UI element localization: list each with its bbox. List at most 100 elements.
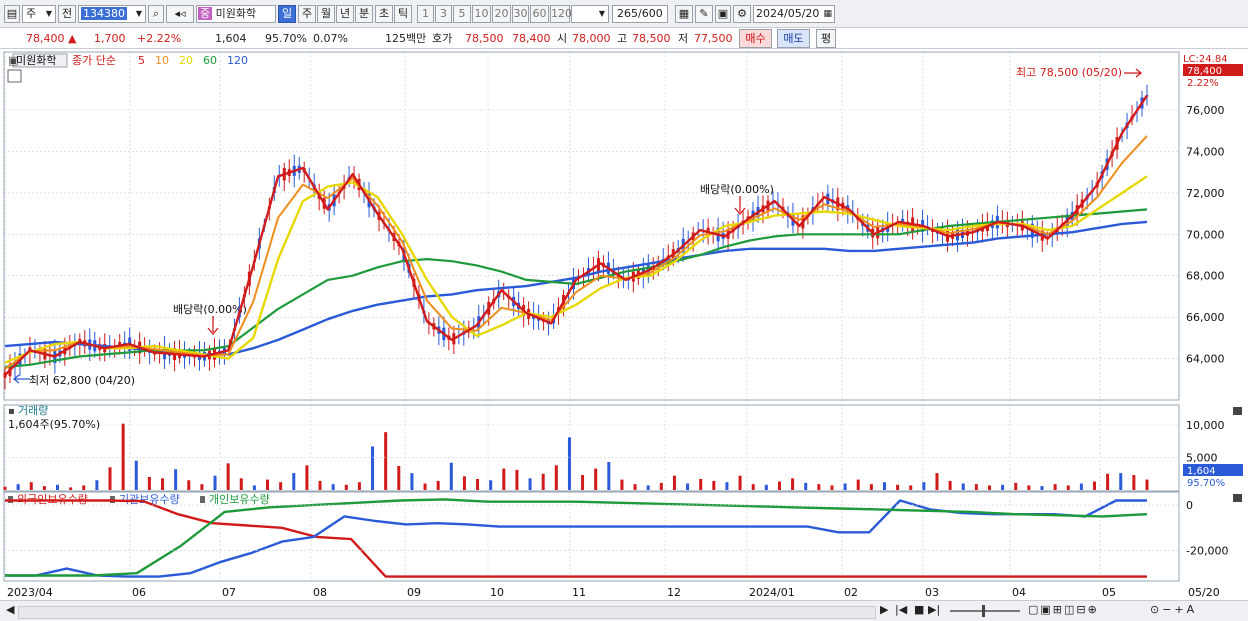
low-label: 저 [678,32,689,45]
ma-legend-20: 20 [179,54,193,67]
holding-y-tick: -20,000 [1186,544,1228,557]
interval-tab-0[interactable]: 1 [417,5,434,23]
calendar-icon[interactable]: ▦ [823,6,832,22]
zoom-tools-icons[interactable]: ⊙−+A [1150,603,1197,616]
low-price: 77,500 [694,32,733,45]
chart-settings-icon[interactable]: ▤ [4,5,20,23]
interval-tab-4[interactable]: 20 [492,5,511,23]
price-y-tick: 64,000 [1186,353,1225,366]
period-tab-6[interactable]: 틱 [394,5,412,23]
scroll-left-icon[interactable]: ◀ [6,603,14,616]
price-y-tick: 76,000 [1186,104,1225,117]
draw-tool-icon[interactable]: ✎ [695,5,713,23]
high-annotation: 최고 78,500 (05/20) [1016,66,1122,79]
chart-area[interactable]: ▣ 미원화학 종가 단순 5 10 20 60 120 최고 78,500 (05/20… [0,50,1248,600]
chart-svg[interactable]: ▣ 미원화학 종가 단순 5 10 20 60 120 최고 78,500 (05/20… [0,50,1248,600]
count-field[interactable]: 265/600 [612,5,668,23]
period-tab-4[interactable]: 분 [355,5,373,23]
volume-bar [3,486,7,490]
period-tab-0[interactable]: 일 [278,5,296,23]
volume-bar [1092,481,1096,490]
count-total: /600 [638,7,663,20]
x-axis-label: 04 [1012,586,1026,599]
interval-tab-2[interactable]: 5 [453,5,471,23]
zoom-slider-handle[interactable] [982,605,985,617]
volume-bar [804,482,808,490]
interval-input[interactable]: ▼ [571,5,609,23]
date-value: 2024/05/20 [756,7,820,20]
volume-bar [1079,483,1083,490]
ma-legend-5: 5 [138,54,145,67]
interval-tab-5[interactable]: 30 [512,5,529,23]
holding-close-icon[interactable] [1233,494,1242,502]
volume-close-icon[interactable] [1233,407,1242,415]
volume-bar [922,482,926,490]
gear-icon[interactable]: ⚙ [733,5,751,23]
period-tab-1[interactable]: 주 [298,5,316,23]
period-tab-5[interactable]: 초 [375,5,393,23]
volume-bar [725,482,729,490]
prev-button[interactable]: 전 [58,5,76,23]
scroll-right-icon[interactable]: ▶ [880,603,888,616]
volume-bar [1014,482,1018,490]
open-price: 78,000 [572,32,611,45]
ma-legend-10: 10 [155,54,169,67]
volume-bar [1053,484,1057,490]
period-tab-3[interactable]: 년 [336,5,354,23]
code-input[interactable]: 134380 ▼ [78,5,146,23]
price-y-tick: 66,000 [1186,311,1225,324]
save-icon[interactable]: ▣ [715,5,731,23]
volume-bar [489,480,493,490]
interval-tab-3[interactable]: 10 [472,5,491,23]
buy-button[interactable]: 매수 [739,29,772,48]
high-label: 고 [617,32,628,45]
volume-bar [909,485,913,490]
volume-bar [331,484,335,490]
volume-bar [817,484,821,490]
mode-label: 주 [26,7,37,20]
last-page-icon[interactable]: ▶| [928,603,940,616]
volume-bar [581,475,585,490]
bottom-bar: ◀ ▶ |◀ ■ ▶| ▢▣⊞◫⊟⊕ ⊙−+A [0,600,1248,621]
stop-icon[interactable]: ■ [914,603,924,616]
volume-bar [16,484,20,490]
stock-name-field[interactable]: 중 미원화학 [196,5,276,23]
x-axis-right-label: 05/20 [1188,586,1220,599]
x-axis-label: 12 [667,586,681,599]
volume-bar [423,483,427,490]
speaker-icon[interactable]: ◂◃ [166,5,194,23]
first-page-icon[interactable]: |◀ [895,603,907,616]
volume-bar [948,480,952,490]
period-tab-2[interactable]: 월 [317,5,335,23]
hoga-label: 호가 [432,32,453,45]
count-value: 265 [617,7,638,20]
volume-bar [95,480,99,490]
sell-button[interactable]: 매도 [777,29,810,48]
date-field[interactable]: 2024/05/20 ▦ [753,5,835,23]
quote-bar: 78,400 ▲ 1,700 +2.22% 1,604 95.70% 0.07%… [0,28,1248,49]
interval-tab-6[interactable]: 60 [530,5,549,23]
chevron-down-icon: ▼ [135,9,142,18]
x-axis-label: 11 [572,586,586,599]
volume-current-tag-text: 1,604 [1187,466,1216,477]
interval-tab-1[interactable]: 3 [435,5,452,23]
table-toggle-icon[interactable] [7,69,22,83]
search-icon[interactable]: ⌕ [148,5,164,23]
eval-button[interactable]: 평 [816,29,836,48]
chevron-down-icon: ▼ [45,9,52,18]
view-tools-icons[interactable]: ▢▣⊞◫⊟⊕ [1028,603,1099,616]
volume-y-tick: 10,000 [1186,419,1225,432]
volume-bar [882,482,886,490]
legend-main: 종가 단순 [72,54,116,67]
interval-tab-7[interactable]: 120 [550,5,572,23]
change-percent: +2.22% [137,32,182,45]
zoom-slider[interactable] [950,610,1020,612]
volume-bar [410,473,414,490]
horizontal-scrollbar[interactable] [18,606,876,619]
volume-bar [449,462,453,490]
grid-icon[interactable]: ▦ [675,5,693,23]
volume-bar [436,480,440,490]
mode-select[interactable]: 주 ▼ [22,5,56,23]
volume-bar [305,465,309,490]
low-annotation: 최저 62,800 (04/20) [29,374,135,387]
